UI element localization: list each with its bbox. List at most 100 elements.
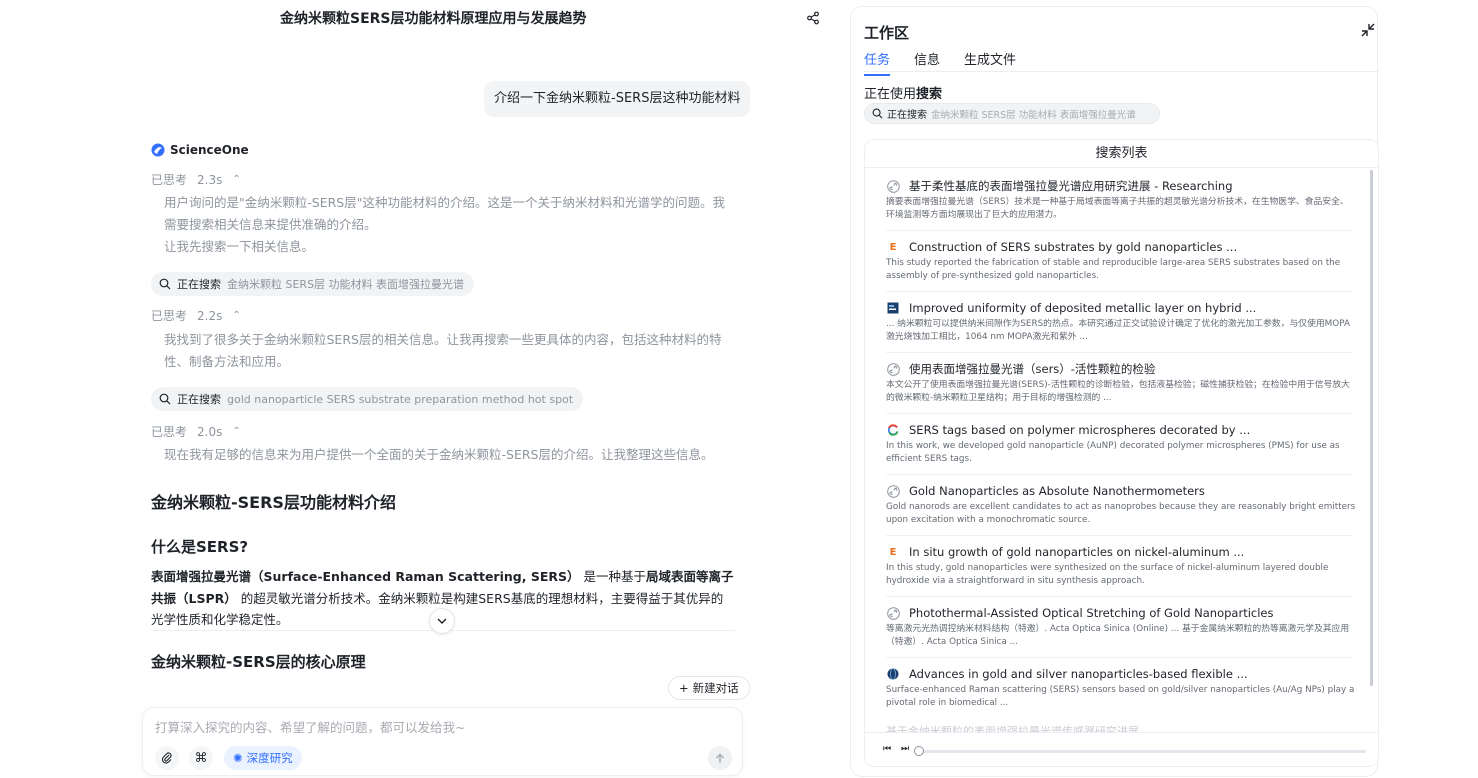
workspace-title: 工作区 [864, 24, 910, 42]
result-divider [886, 413, 1353, 414]
answer-subheading: 金纳米颗粒-SERS层的核心原理 [151, 653, 366, 671]
search-step-label: 正在搜索 [177, 278, 221, 291]
thought-duration: 2.2s [197, 308, 223, 323]
share-icon[interactable] [805, 10, 821, 26]
scroll-to-bottom-button[interactable] [429, 608, 455, 634]
replay-progress-knob[interactable] [914, 746, 924, 756]
journal-icon [886, 301, 900, 315]
result-divider [886, 352, 1353, 353]
sparkle-icon: ✺ [233, 751, 243, 765]
search-result[interactable]: Photothermal-Assisted Optical Stretching… [886, 605, 1356, 648]
result-snippet: In this work, we developed gold nanopart… [886, 441, 1340, 464]
link-icon [886, 484, 900, 498]
result-snippet: 摘要表面增强拉曼光谱（SERS）技术是一种基于局域表面等离子共振的超灵敏光谱分析… [886, 197, 1349, 220]
chevron-up-icon: ⌃ [232, 426, 241, 437]
tool-status-prefix: 正在使用 [864, 87, 917, 102]
assistant-brand: ScienceOne [151, 143, 249, 157]
search-query-text: 金纳米颗粒 SERS层 功能材料 表面增强拉曼光谱 [931, 109, 1136, 121]
skip-back-icon[interactable]: ⏮ [883, 744, 891, 754]
bold-term: 表面增强拉曼光谱（Surface-Enhanced Raman Scatteri… [151, 569, 580, 584]
result-divider [886, 474, 1353, 475]
search-results-panel: 搜索列表 基于柔性基底的表面增强拉曼光谱应用研究进展 - Researching… [864, 139, 1379, 767]
link-icon [886, 179, 900, 193]
search-result[interactable]: Gold Nanoparticles as Absolute Nanotherm… [886, 483, 1356, 526]
result-title: In situ growth of gold nanoparticles on … [909, 545, 1245, 559]
thought-toggle[interactable]: 已思考 2.0s ⌃ [151, 423, 241, 440]
search-step[interactable]: 正在搜索 金纳米颗粒 SERS层 功能材料 表面增强拉曼光谱 [151, 272, 475, 296]
paperclip-icon [161, 752, 172, 764]
composer: ⌘ ✺ 深度研究 [142, 707, 743, 776]
google-icon [886, 423, 900, 437]
chat-title: 金纳米颗粒SERS层功能材料原理应用与发展趋势 [280, 11, 587, 27]
search-icon [872, 108, 883, 119]
search-result[interactable]: SERS tags based on polymer microspheres … [886, 422, 1356, 465]
elsevier-icon: E [889, 546, 897, 558]
result-title: Gold Nanoparticles as Absolute Nanotherm… [909, 484, 1205, 498]
result-snippet: ... 纳米颗粒可以提供纳米间隙作为SERS的热点。本研究通过正交试验设计确定了… [886, 319, 1350, 342]
brand-name: ScienceOne [170, 143, 249, 157]
result-title: Improved uniformity of deposited metalli… [909, 301, 1257, 315]
collapse-icon[interactable] [1361, 23, 1375, 37]
result-title: 使用表面增强拉曼光谱（sers）-活性颗粒的检验 [909, 362, 1156, 376]
play-icon[interactable]: ⏭ [901, 744, 909, 754]
result-snippet: This study reported the fabrication of s… [886, 258, 1341, 281]
tabs-divider [864, 71, 1379, 72]
deep-research-button[interactable]: ✺ 深度研究 [224, 746, 302, 770]
search-step-query: gold nanoparticle SERS substrate prepara… [227, 392, 574, 406]
search-step[interactable]: 正在搜索 gold nanoparticle SERS substrate pr… [151, 387, 584, 411]
thought-label: 已思考 [151, 173, 188, 187]
workspace-panel: 工作区 任务 信息 生成文件 正在使用搜索 正在搜索 金纳米颗粒 SERS层 功… [850, 6, 1379, 777]
answer-heading: 金纳米颗粒-SERS层功能材料介绍 [151, 493, 396, 512]
message-input[interactable] [155, 720, 715, 735]
thought-label: 已思考 [151, 309, 188, 323]
result-title: Construction of SERS substrates by gold … [909, 240, 1238, 254]
thought-text: 用户询问的是"金纳米颗粒-SERS层"这种功能材料的介绍。这是一个关于纳米材料和… [164, 192, 734, 258]
new-chat-button[interactable]: + 新建对话 [668, 676, 750, 700]
link-icon [886, 606, 900, 620]
result-divider [886, 596, 1353, 597]
new-chat-label: 新建对话 [692, 681, 739, 695]
elsevier-icon: E [889, 241, 897, 253]
tool-status: 正在使用搜索 [864, 83, 942, 102]
search-label: 正在搜索 [887, 110, 927, 121]
results-scrollbar[interactable] [1370, 170, 1373, 686]
search-result[interactable]: 使用表面增强拉曼光谱（sers）-活性颗粒的检验 本文公开了使用表面增强拉曼光谱… [886, 361, 1356, 404]
search-result[interactable]: Improved uniformity of deposited metalli… [886, 300, 1356, 343]
result-snippet: Gold nanorods are excellent candidates t… [886, 502, 1356, 525]
search-result[interactable]: Advances in gold and silver nanoparticle… [886, 666, 1356, 709]
result-snippet: 等离激元光热调控纳米材料结构（特邀）. Acta Optica Sinica (… [886, 624, 1350, 647]
search-icon [159, 278, 171, 290]
chevron-up-icon: ⌃ [232, 174, 241, 185]
chevron-down-icon [437, 618, 447, 624]
search-result[interactable]: E In situ growth of gold nanoparticles o… [886, 544, 1356, 587]
result-title: Photothermal-Assisted Optical Stretching… [909, 606, 1274, 620]
result-snippet: Surface-enhanced Raman scattering (SERS)… [886, 685, 1355, 708]
thought-label: 已思考 [151, 425, 188, 439]
arrow-up-icon [716, 753, 724, 763]
result-snippet: 本文公开了使用表面增强拉曼光谱(SERS)-活性颗粒的诊断检验，包括液基检验；磁… [886, 380, 1350, 403]
paragraph-text: 是一种基于 [579, 569, 646, 584]
result-divider [886, 657, 1353, 658]
thought-text: 我找到了很多关于金纳米颗粒SERS层的相关信息。让我再搜索一些更具体的内容，包括… [164, 332, 722, 369]
thought-duration: 2.3s [197, 172, 223, 187]
result-title: SERS tags based on polymer microspheres … [909, 423, 1251, 437]
search-result[interactable]: 基于柔性基底的表面增强拉曼光谱应用研究进展 - Researching 摘要表面… [886, 178, 1356, 221]
thought-toggle[interactable]: 已思考 2.2s ⌃ [151, 307, 241, 324]
search-result[interactable]: E Construction of SERS substrates by gol… [886, 239, 1356, 282]
thought-text: 现在我有足够的信息来为用户提供一个全面的关于金纳米颗粒-SERS层的介绍。让我整… [164, 447, 714, 462]
result-snippet: In this study, gold nanoparticles were s… [886, 563, 1329, 586]
result-divider [886, 291, 1353, 292]
replay-progress-track[interactable] [919, 750, 1366, 753]
results-title: 搜索列表 [865, 140, 1378, 168]
scienceone-logo-icon [151, 143, 165, 157]
send-button[interactable] [708, 746, 732, 770]
thought-toggle[interactable]: 已思考 2.3s ⌃ [151, 171, 241, 188]
search-step-label: 正在搜索 [177, 393, 221, 406]
attach-button[interactable] [155, 746, 179, 770]
command-button[interactable]: ⌘ [189, 746, 213, 770]
thought-paragraph: 用户询问的是"金纳米颗粒-SERS层"这种功能材料的介绍。这是一个关于纳米材料和… [164, 195, 725, 232]
globe-icon [886, 667, 900, 681]
search-step-query: 金纳米颗粒 SERS层 功能材料 表面增强拉曼光谱 [227, 278, 465, 291]
result-title: Advances in gold and silver nanoparticle… [909, 667, 1248, 681]
result-divider [886, 230, 1353, 231]
